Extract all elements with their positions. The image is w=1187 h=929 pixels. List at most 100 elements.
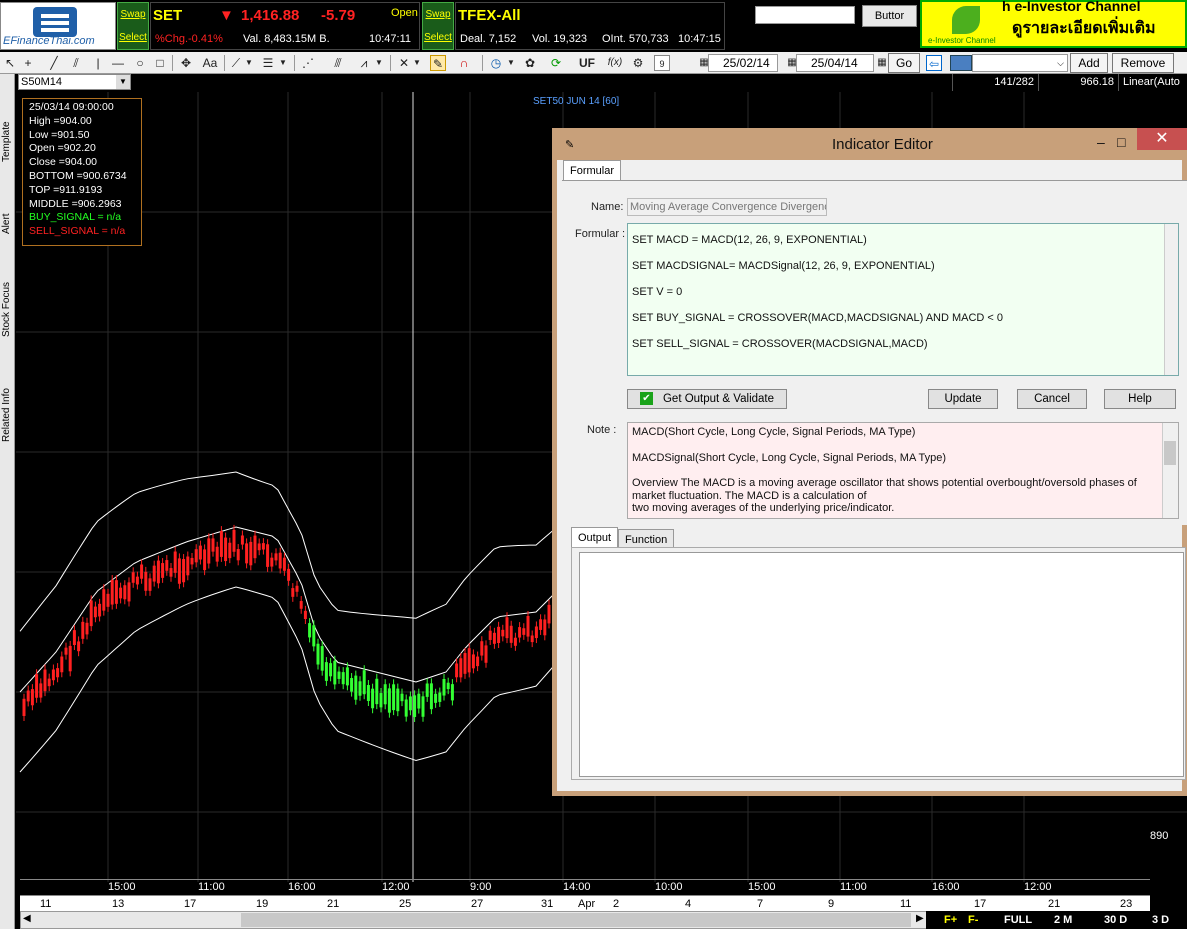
chevron-down-icon[interactable]: ▼ [116, 75, 130, 89]
vertical-line-icon[interactable]: | [90, 55, 106, 71]
rectangle-icon[interactable]: □ [152, 55, 168, 71]
date-tick: 19 [256, 898, 269, 910]
tfex-select-link[interactable]: Select [423, 26, 453, 49]
fan-icon[interactable]: ⋰ [300, 55, 316, 71]
uf-button[interactable]: UF [576, 55, 598, 71]
formula-scrollbar[interactable] [1164, 224, 1178, 375]
candle-body [358, 681, 362, 696]
period-f-plus[interactable]: F+ [944, 914, 957, 926]
chevron-down-icon[interactable]: ▼ [244, 55, 254, 71]
horizontal-line-icon[interactable]: — [110, 55, 126, 71]
palette-icon[interactable]: ✿ [522, 55, 538, 71]
scroll-thumb[interactable] [241, 913, 911, 927]
line-icon[interactable]: ╱ [46, 55, 62, 71]
candle-body [442, 678, 446, 696]
period-full[interactable]: FULL [1004, 914, 1032, 926]
period-30d[interactable]: 30 D [1104, 914, 1127, 926]
pencil-icon[interactable]: ✎ [430, 55, 446, 71]
help-button[interactable]: Help [1104, 389, 1176, 409]
candle-body [543, 619, 547, 636]
candle-body [274, 553, 278, 561]
candle-body [85, 622, 89, 635]
note-scrollbar[interactable] [1162, 423, 1178, 518]
text-tool-button[interactable]: Aa [200, 55, 220, 71]
clock-icon[interactable]: ◷ [488, 55, 504, 71]
sidebar-tab-template[interactable]: Template [0, 102, 15, 182]
layout-icon[interactable] [950, 55, 972, 71]
tfex-swap-link[interactable]: Swap [423, 3, 453, 26]
add-button[interactable]: Add [1070, 53, 1108, 73]
line-style-icon[interactable]: ☰ [260, 55, 276, 71]
scroll-right-icon[interactable]: ▶ [916, 913, 924, 924]
indicator-name-field[interactable]: Moving Average Convergence Divergenc [627, 198, 827, 216]
tab-formular[interactable]: Formular [563, 160, 622, 180]
move-icon[interactable]: ✥ [178, 55, 194, 71]
chevron-down-icon[interactable]: ▼ [374, 55, 384, 71]
set-select-link[interactable]: Select [118, 26, 148, 49]
template-select[interactable]: ⌵ [972, 54, 1068, 72]
candle-body [354, 675, 358, 700]
refresh-icon[interactable]: ⟳ [548, 55, 564, 71]
note-textarea[interactable]: MACD(Short Cycle, Long Cycle, Signal Per… [627, 422, 1179, 519]
top-button[interactable]: Buttor [862, 5, 917, 27]
cancel-button[interactable]: Cancel [1017, 389, 1087, 409]
go-button[interactable]: Go [888, 53, 920, 73]
date-tick: 25 [399, 898, 412, 910]
candle-body [299, 601, 303, 609]
chevron-down-icon[interactable]: ▼ [278, 55, 288, 71]
candle-body [438, 692, 442, 702]
calendar-icon[interactable]: 9 [654, 55, 670, 71]
sidebar-tab-related-info[interactable]: Related Info [0, 370, 15, 460]
candle-body [257, 543, 261, 551]
date-tick: 13 [112, 898, 125, 910]
date-to-field[interactable]: 25/04/14 [796, 54, 874, 72]
period-3d[interactable]: 3 D [1152, 914, 1169, 926]
scroll-left-icon[interactable]: ◀ [23, 913, 31, 924]
maximize-icon[interactable]: □ [1117, 134, 1125, 150]
get-output-validate-button[interactable]: ✔ Get Output & Validate [627, 389, 787, 409]
sidebar-tab-alert[interactable]: Alert [0, 194, 15, 254]
candle-body [547, 604, 551, 624]
tfex-panel: TFEX-All Deal. 7,152 Vol. 19,323 OInt. 5… [455, 2, 725, 50]
sidebar-tab-stock-focus[interactable]: Stock Focus [0, 264, 15, 354]
trend-channel-icon[interactable]: ⫻ [330, 55, 346, 71]
candle-body [379, 693, 383, 708]
circle-icon[interactable]: ○ [132, 55, 148, 71]
info-top: TOP =911.9193 [29, 183, 103, 196]
crosshair-icon[interactable]: + [20, 55, 36, 71]
indicator-icon[interactable]: ⚙ [630, 55, 646, 71]
pointer-icon[interactable]: ↖ [2, 55, 18, 71]
period-f-minus[interactable]: F- [968, 914, 978, 926]
parallel-line-icon[interactable]: ⫽ [68, 55, 84, 71]
quote-search-input[interactable] [755, 6, 855, 24]
magnet-icon[interactable]: ∩ [456, 55, 472, 71]
efinancethai-logo[interactable]: EFinanceThai.com [0, 2, 116, 50]
symbol-select[interactable]: S50M14 ▼ [18, 74, 131, 90]
set-time: 10:47:11 [369, 33, 412, 45]
candle-body [22, 698, 26, 716]
note-scroll-thumb[interactable] [1164, 441, 1176, 465]
wave-icon[interactable]: ⩘ [356, 55, 372, 71]
chevron-down-icon[interactable]: ▼ [506, 55, 516, 71]
tab-function[interactable]: Function [618, 529, 675, 547]
fibonacci-icon[interactable]: ⟋ [228, 55, 244, 71]
formula-editor[interactable]: SET MACD = MACD(12, 26, 9, EXPONENTIAL) … [627, 223, 1179, 376]
back-icon[interactable]: ⇦ [926, 55, 942, 71]
delete-drawing-icon[interactable]: ✕ [396, 55, 412, 71]
remove-button[interactable]: Remove [1112, 53, 1174, 73]
chevron-down-icon[interactable]: ▼ [412, 55, 422, 71]
minimize-icon[interactable]: – [1097, 134, 1105, 150]
update-button[interactable]: Update [928, 389, 998, 409]
fx-button[interactable]: f(x) [604, 55, 626, 71]
banner-details-link: ดูรายละเอียดเพิ่มเติม [1012, 20, 1156, 37]
period-2m[interactable]: 2 M [1054, 914, 1072, 926]
e-investor-banner[interactable]: ĥ e-Investor Channel ดูรายละเอียดเพิ่มเต… [920, 0, 1187, 48]
time-tick: 11:00 [840, 881, 867, 893]
set-swap-link[interactable]: Swap [118, 3, 148, 26]
date-from-field[interactable]: 25/02/14 [708, 54, 778, 72]
close-icon[interactable]: ✕ [1137, 128, 1187, 150]
tab-output[interactable]: Output [571, 527, 619, 547]
banner-caption: e-Investor Channel [928, 36, 996, 45]
formula-label: Formular : [575, 228, 626, 240]
scale-mode[interactable]: Linear(Auto [1118, 74, 1187, 91]
